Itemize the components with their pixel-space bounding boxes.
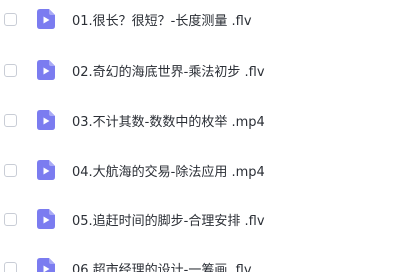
video-file-icon — [37, 60, 55, 80]
file-row[interactable]: 01.很长？很短？-长度测量 .flv — [0, 4, 407, 34]
file-list: 01.很长？很短？-长度测量 .flv 02.奇幻的海底世界-乘法初步 .flv… — [0, 0, 407, 272]
video-file-icon — [37, 110, 55, 130]
file-name[interactable]: 06.超市经理的设计-一筹画 .flv — [72, 259, 252, 272]
video-file-icon — [37, 209, 55, 229]
video-file-icon — [37, 160, 55, 180]
file-row[interactable]: 05.追赶时间的脚步-合理安排 .flv — [0, 204, 407, 234]
select-checkbox[interactable] — [4, 212, 17, 226]
file-row[interactable]: 06.超市经理的设计-一筹画 .flv — [0, 253, 407, 272]
select-checkbox[interactable] — [4, 12, 17, 26]
file-name[interactable]: 01.很长？很短？-长度测量 .flv — [72, 10, 252, 29]
file-row[interactable]: 03.不计其数-数数中的枚举 .mp4 — [0, 105, 407, 135]
select-checkbox[interactable] — [4, 113, 17, 127]
file-name[interactable]: 04.大航海的交易-除法应用 .mp4 — [72, 161, 265, 180]
file-row[interactable]: 04.大航海的交易-除法应用 .mp4 — [0, 155, 407, 185]
file-name[interactable]: 03.不计其数-数数中的枚举 .mp4 — [72, 111, 265, 130]
file-name[interactable]: 02.奇幻的海底世界-乘法初步 .flv — [72, 61, 265, 80]
select-checkbox[interactable] — [4, 63, 17, 77]
video-file-icon — [37, 9, 55, 29]
file-row[interactable]: 02.奇幻的海底世界-乘法初步 .flv — [0, 55, 407, 85]
video-file-icon — [37, 258, 55, 272]
select-checkbox[interactable] — [4, 261, 17, 272]
file-name[interactable]: 05.追赶时间的脚步-合理安排 .flv — [72, 210, 265, 229]
select-checkbox[interactable] — [4, 163, 17, 177]
